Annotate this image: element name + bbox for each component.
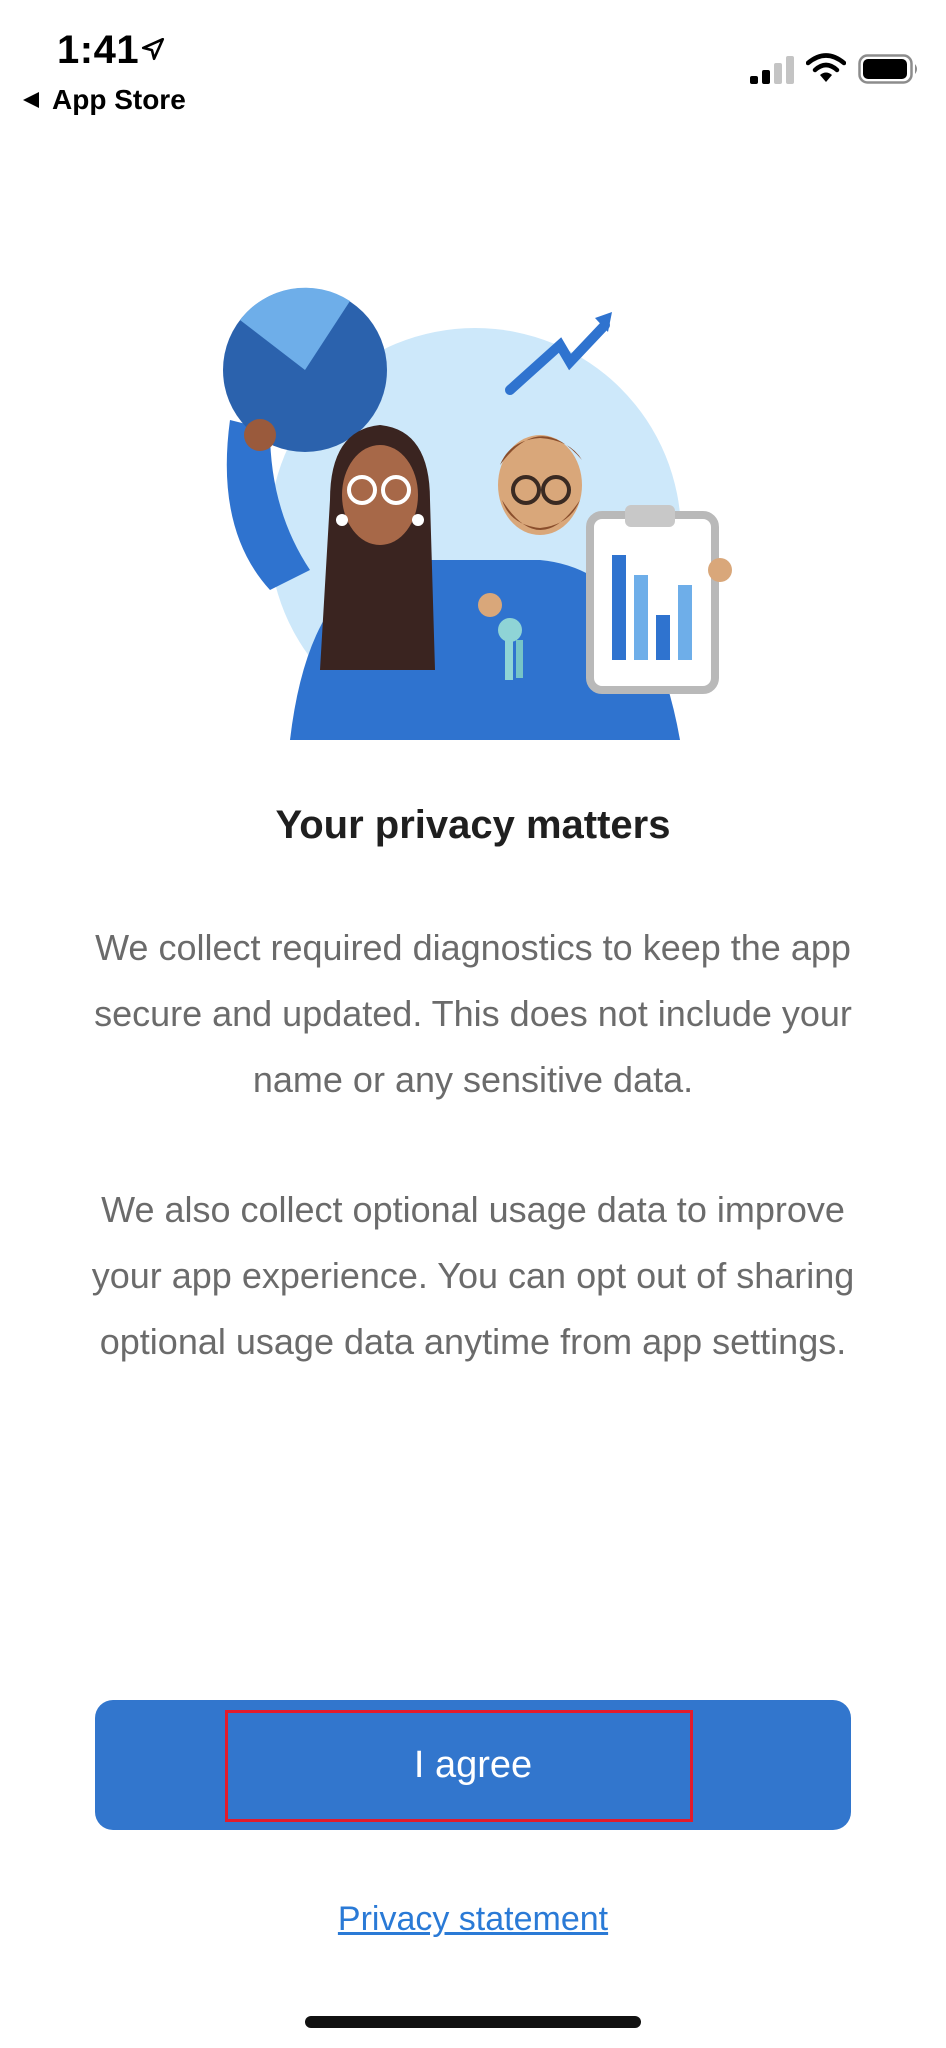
status-time: 1:41 [57, 28, 140, 72]
optional-usage-paragraph: We also collect optional usage data to i… [91, 1189, 855, 1362]
wifi-icon [806, 53, 846, 82]
agree-button[interactable]: I agree [95, 1700, 851, 1830]
status-bar: 1:41 App Store [0, 0, 946, 130]
back-to-app-store[interactable]: App Store [20, 84, 186, 116]
privacy-statement-row: Privacy statement [0, 1900, 946, 1939]
page-title: Your privacy matters [275, 803, 671, 847]
privacy-illustration [223, 287, 732, 740]
cellular-signal-icon [750, 56, 794, 84]
home-indicator[interactable] [305, 2016, 641, 2028]
location-arrow-icon [141, 37, 165, 61]
back-label: App Store [52, 84, 186, 115]
diagnostics-paragraph: We collect required diagnostics to keep … [94, 927, 852, 1100]
back-triangle-icon [23, 92, 39, 108]
privacy-statement-link[interactable]: Privacy statement [338, 1900, 608, 1938]
battery-icon [858, 54, 917, 84]
agree-button-label: I agree [413, 1743, 533, 1786]
